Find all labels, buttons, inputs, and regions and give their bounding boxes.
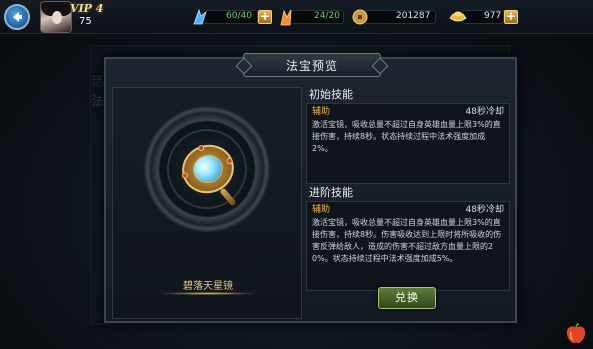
stamina-value: 60/40 [226,11,252,21]
mirror-handle [219,187,237,207]
blue-wing-icon [190,6,210,28]
coins-value: 201287 [396,11,431,21]
arrow-left-icon [13,12,22,22]
energy-resource: 24/20 [276,6,356,28]
treasure-display-panel: 碧落天星镜 [112,87,302,319]
advanced-skill-type: 辅助 [312,205,331,215]
initial-skill-description: 激活宝镜，吸收总量不超过自身英雄血量上限3%的直接伤害，持续8秒。状态持续过程中… [312,120,501,153]
gold-ingot-icon [448,6,468,28]
name-glow [158,292,258,295]
initial-skill-cooldown: 48秒冷却 [465,107,504,117]
advanced-skill-description: 激活宝镜，吸收总量不超过自身英雄血量上限3%的直接伤害，持续8秒。伤害吸收达到上… [312,218,502,263]
treasure-ring-frame [143,105,271,233]
treasure-name: 碧落天星镜 [183,281,233,292]
gold-value: 977 [484,11,502,21]
back-button[interactable] [4,4,30,30]
exchange-button[interactable]: 兑换 [378,287,436,309]
dialog-title-plate: 法宝预览 [243,53,381,77]
mirror-treasure-icon [175,138,241,200]
initial-skill-type: 辅助 [312,107,331,117]
initial-skill-heading: 初始技能 [309,88,353,101]
energy-value: 24/20 [314,11,340,21]
advanced-skill-cooldown: 48秒冷却 [465,205,504,215]
watermark-logo-icon [566,323,586,344]
coin-icon [350,6,370,28]
player-avatar[interactable] [40,1,72,33]
dialog-title: 法宝预览 [285,58,338,73]
initial-skill-box: 辅助 48秒冷却 激活宝镜，吸收总量不超过自身英雄血量上限3%的直接伤害，持续8… [306,103,510,184]
gold-resource: 977 + [448,6,520,28]
coins-resource: 201287 [350,6,440,28]
add-gold-button[interactable]: + [504,10,518,24]
initial-skill-section: 初始技能 辅助 48秒冷却 激活宝镜，吸收总量不超过自身英雄血量上限3%的直接伤… [306,87,510,184]
advanced-skill-heading: 进阶技能 [309,186,353,199]
vip-badge: VIP 4 [70,2,104,15]
advanced-skill-box: 辅助 48秒冷却 激活宝镜，吸收总量不超过自身英雄血量上限3%的直接伤害，持续8… [306,201,510,291]
stamina-resource: 60/40 + [190,6,272,28]
top-resource-bar: VIP 4 75 60/40 + 24/20 201287 977 + [0,0,593,34]
player-level: 75 [79,16,92,27]
advanced-skill-section: 进阶技能 辅助 48秒冷却 激活宝镜，吸收总量不超过自身英雄血量上限3%的直接伤… [306,185,510,291]
treasure-preview-dialog: 法宝预览 碧落天星镜 初始技能 辅助 48秒冷却 激活宝镜，吸收总量不超过自身英… [104,53,517,323]
orange-flame-icon [276,6,296,28]
add-stamina-button[interactable]: + [258,10,272,24]
game-screen: 活 法 VIP 4 75 60/40 + 24/20 201287 977 + … [0,0,593,349]
